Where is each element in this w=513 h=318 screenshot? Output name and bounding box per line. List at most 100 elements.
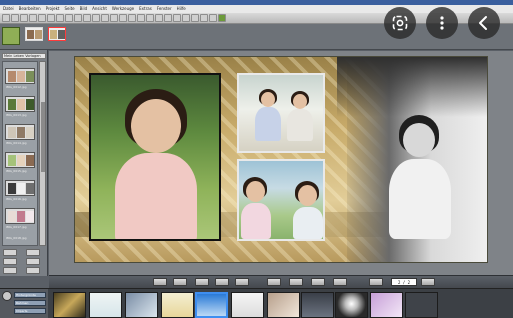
image-tool-button[interactable]	[101, 14, 109, 22]
page-button[interactable]	[200, 14, 208, 22]
photo-frame-bottom[interactable]	[237, 159, 325, 241]
print-button[interactable]	[29, 14, 37, 22]
editor-canvas[interactable]	[49, 51, 513, 275]
page-add-button[interactable]	[267, 278, 281, 286]
order-button[interactable]	[218, 14, 226, 22]
page-thumbnail[interactable]	[25, 27, 43, 41]
background-thumbnail[interactable]	[125, 292, 158, 318]
album-page-spread[interactable]	[75, 57, 487, 262]
page-delete-button[interactable]	[311, 278, 325, 286]
next-page-button[interactable]	[421, 278, 435, 286]
info-button[interactable]	[26, 267, 40, 274]
zoom-out-button[interactable]	[146, 14, 154, 22]
first-page-button[interactable]	[153, 278, 167, 286]
list-item[interactable]	[5, 152, 35, 168]
page-indicator[interactable]: 2 / 2	[391, 278, 417, 286]
background-thumbnail[interactable]	[405, 292, 438, 318]
new-project-button[interactable]	[2, 14, 10, 22]
copy-button[interactable]	[65, 14, 73, 22]
menu-item-bearbeiten[interactable]: Bearbeiten	[19, 5, 41, 13]
background-thumbnail[interactable]	[335, 292, 368, 318]
menu-item-bild[interactable]: Bild	[80, 5, 88, 13]
import-button[interactable]	[3, 258, 17, 265]
undo-button[interactable]	[38, 14, 46, 22]
menu-item-seite[interactable]: Seite	[64, 5, 74, 13]
background-portrait[interactable]	[337, 57, 487, 262]
list-item[interactable]	[5, 180, 35, 196]
list-item[interactable]	[5, 124, 35, 140]
grid-button[interactable]	[164, 14, 172, 22]
book-icon[interactable]	[2, 27, 20, 45]
tab-frames[interactable]: Rahmen	[14, 300, 46, 306]
menu-item-datei[interactable]: Datei	[3, 5, 14, 13]
filter-button[interactable]	[191, 14, 199, 22]
filter-icon[interactable]	[2, 291, 12, 301]
background-thumbnail[interactable]	[53, 292, 86, 318]
list-item-caption: IMG_0014.jpg	[6, 141, 27, 145]
remove-image-button[interactable]	[26, 249, 40, 256]
align-button[interactable]	[119, 14, 127, 22]
menu-item-extras[interactable]: Extras	[139, 5, 152, 13]
page-copy-button[interactable]	[289, 278, 303, 286]
background-thumbnail[interactable]	[231, 292, 264, 318]
cut-button[interactable]	[56, 14, 64, 22]
effects-button[interactable]	[182, 14, 190, 22]
more-vertical-icon	[440, 16, 444, 30]
view-button[interactable]	[3, 267, 17, 274]
save-button[interactable]	[20, 14, 28, 22]
background-thumbnail[interactable]	[89, 292, 122, 318]
menu-item-hilfe[interactable]: Hilfe	[177, 5, 186, 13]
more-options-button[interactable]	[426, 7, 458, 39]
tab-backgrounds[interactable]: Hintergründe	[14, 292, 46, 298]
paste-button[interactable]	[74, 14, 82, 22]
list-item-caption: IMG_0013.jpg	[6, 113, 27, 117]
lens-icon	[392, 15, 408, 31]
left-panel: Mein Leben Vorlagen IMG_0012.jpg IMG_001…	[0, 50, 48, 276]
background-thumbnail[interactable]	[301, 292, 334, 318]
template-dropdown[interactable]: Mein Leben Vorlagen	[2, 53, 46, 59]
photo-frame-top[interactable]	[237, 73, 325, 153]
list-item[interactable]	[5, 96, 35, 112]
delete-button[interactable]	[83, 14, 91, 22]
zoom-in-button[interactable]	[137, 14, 145, 22]
open-button[interactable]	[11, 14, 19, 22]
background-thumbnail[interactable]	[370, 292, 403, 318]
menu-item-ansicht[interactable]: Ansicht	[92, 5, 107, 13]
page-thumbnail-selected[interactable]	[48, 27, 66, 41]
list-item-caption: IMG_0016.jpg	[6, 197, 27, 201]
text-tool-button[interactable]	[92, 14, 100, 22]
list-item[interactable]	[5, 68, 35, 84]
redo-button[interactable]	[47, 14, 55, 22]
tab-cliparts[interactable]: Cliparts	[14, 308, 46, 314]
filmstrip: Hintergründe Rahmen Cliparts	[0, 288, 513, 318]
arrange-button[interactable]	[128, 14, 136, 22]
frame-button[interactable]	[195, 278, 209, 286]
menu-item-werkzeuge[interactable]: Werkzeuge	[112, 5, 134, 13]
background-thumbnail[interactable]	[161, 292, 194, 318]
preview-button[interactable]	[155, 14, 163, 22]
menu-item-fenster[interactable]: Fenster	[157, 5, 172, 13]
list-item-caption: IMG_0012.jpg	[6, 85, 27, 89]
sort-button[interactable]	[26, 258, 40, 265]
prev-page-button[interactable]	[173, 278, 187, 286]
image-list: IMG_0012.jpg IMG_0013.jpg IMG_0014.jpg I…	[2, 61, 38, 246]
settings-button[interactable]	[209, 14, 217, 22]
shape-tool-button[interactable]	[110, 14, 118, 22]
background-thumbnail-selected[interactable]	[195, 292, 228, 318]
page-move-button[interactable]	[333, 278, 347, 286]
list-scrollbar[interactable]	[39, 61, 46, 246]
background-thumbnail[interactable]	[267, 292, 300, 318]
filmstrip-tabs: Hintergründe Rahmen Cliparts	[0, 289, 48, 318]
layout-toggle-button[interactable]	[235, 278, 249, 286]
menu-item-projekt[interactable]: Projekt	[46, 5, 60, 13]
layout-button[interactable]	[173, 14, 181, 22]
lens-button[interactable]	[384, 7, 416, 39]
color-button[interactable]	[215, 278, 229, 286]
photo-frame-main[interactable]	[89, 73, 221, 241]
share-button[interactable]	[468, 7, 500, 39]
list-item-caption: IMG_0017.jpg	[6, 225, 27, 229]
zoom-fit-button[interactable]	[369, 278, 383, 286]
scrollbar-thumb[interactable]	[41, 102, 45, 172]
list-item[interactable]	[5, 208, 35, 224]
add-image-button[interactable]	[3, 249, 17, 256]
